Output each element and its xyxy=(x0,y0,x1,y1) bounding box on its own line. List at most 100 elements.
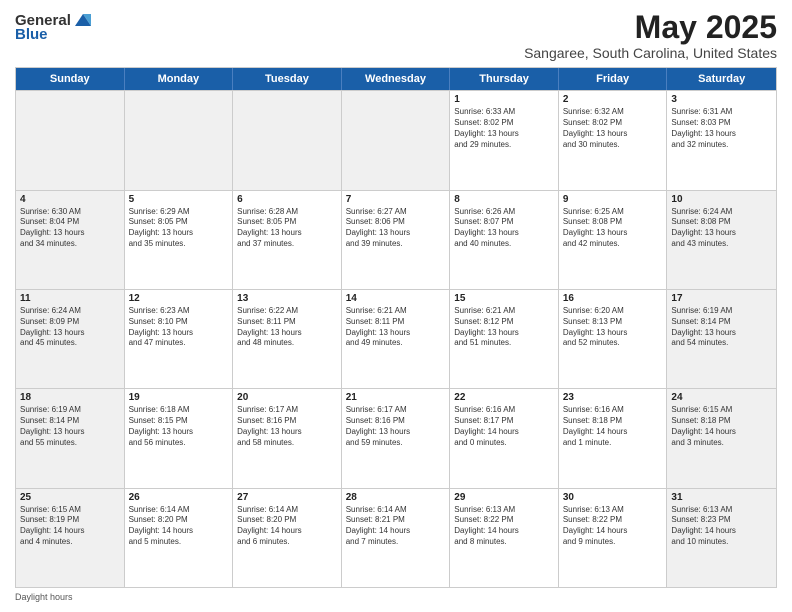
logo-icon xyxy=(73,10,93,30)
cell-text: Sunrise: 6:14 AM Sunset: 8:20 PM Dayligh… xyxy=(237,505,337,548)
day-number: 8 xyxy=(454,194,554,205)
cal-cell: 22 Sunrise: 6:16 AM Sunset: 8:17 PM Dayli… xyxy=(450,389,559,487)
cell-text: Sunrise: 6:13 AM Sunset: 8:22 PM Dayligh… xyxy=(563,505,663,548)
cal-cell: 19 Sunrise: 6:18 AM Sunset: 8:15 PM Dayli… xyxy=(125,389,234,487)
day-number: 5 xyxy=(129,194,229,205)
logo: General Blue xyxy=(15,10,93,43)
day-number: 11 xyxy=(20,293,120,304)
cell-text: Sunrise: 6:14 AM Sunset: 8:21 PM Dayligh… xyxy=(346,505,446,548)
day-number: 13 xyxy=(237,293,337,304)
cal-header-cell: Thursday xyxy=(450,68,559,90)
title-area: May 2025 Sangaree, South Carolina, Unite… xyxy=(524,10,777,61)
day-number: 25 xyxy=(20,492,120,503)
footer-note: Daylight hours xyxy=(15,592,777,602)
cell-text: Sunrise: 6:29 AM Sunset: 8:05 PM Dayligh… xyxy=(129,207,229,250)
cal-cell xyxy=(16,91,125,189)
cell-text: Sunrise: 6:23 AM Sunset: 8:10 PM Dayligh… xyxy=(129,306,229,349)
day-number: 26 xyxy=(129,492,229,503)
cell-text: Sunrise: 6:14 AM Sunset: 8:20 PM Dayligh… xyxy=(129,505,229,548)
day-number: 1 xyxy=(454,94,554,105)
cell-text: Sunrise: 6:17 AM Sunset: 8:16 PM Dayligh… xyxy=(346,405,446,448)
cell-text: Sunrise: 6:18 AM Sunset: 8:15 PM Dayligh… xyxy=(129,405,229,448)
calendar-header: SundayMondayTuesdayWednesdayThursdayFrid… xyxy=(16,68,776,90)
cal-cell: 30Sunrise: 6:13 AM Sunset: 8:22 PM Dayli… xyxy=(559,489,668,587)
cal-header-cell: Monday xyxy=(125,68,234,90)
day-number: 10 xyxy=(671,194,772,205)
cell-text: Sunrise: 6:17 AM Sunset: 8:16 PM Dayligh… xyxy=(237,405,337,448)
cal-cell: 24 Sunrise: 6:15 AM Sunset: 8:18 PM Dayli… xyxy=(667,389,776,487)
cell-text: Sunrise: 6:13 AM Sunset: 8:23 PM Dayligh… xyxy=(671,505,772,548)
day-number: 12 xyxy=(129,293,229,304)
cal-cell: 5 Sunrise: 6:29 AM Sunset: 8:05 PM Daylig… xyxy=(125,191,234,289)
cell-text: Sunrise: 6:16 AM Sunset: 8:18 PM Dayligh… xyxy=(563,405,663,448)
cell-text: Sunrise: 6:24 AM Sunset: 8:08 PM Dayligh… xyxy=(671,207,772,250)
cell-text: Sunrise: 6:24 AM Sunset: 8:09 PM Dayligh… xyxy=(20,306,120,349)
cal-cell xyxy=(342,91,451,189)
cal-cell: 20Sunrise: 6:17 AM Sunset: 8:16 PM Dayli… xyxy=(233,389,342,487)
cell-text: Sunrise: 6:25 AM Sunset: 8:08 PM Dayligh… xyxy=(563,207,663,250)
day-number: 21 xyxy=(346,392,446,403)
day-number: 3 xyxy=(671,94,772,105)
day-number: 18 xyxy=(20,392,120,403)
calendar: SundayMondayTuesdayWednesdayThursdayFrid… xyxy=(15,67,777,588)
day-number: 29 xyxy=(454,492,554,503)
cell-text: Sunrise: 6:15 AM Sunset: 8:18 PM Dayligh… xyxy=(671,405,772,448)
day-number: 24 xyxy=(671,392,772,403)
cal-cell: 9 Sunrise: 6:25 AM Sunset: 8:08 PM Daylig… xyxy=(559,191,668,289)
cal-cell: 6 Sunrise: 6:28 AM Sunset: 8:05 PM Daylig… xyxy=(233,191,342,289)
cell-text: Sunrise: 6:32 AM Sunset: 8:02 PM Dayligh… xyxy=(563,107,663,150)
day-number: 9 xyxy=(563,194,663,205)
cal-cell: 28Sunrise: 6:14 AM Sunset: 8:21 PM Dayli… xyxy=(342,489,451,587)
cal-row: 11 Sunrise: 6:24 AM Sunset: 8:09 PM Dayli… xyxy=(16,289,776,388)
day-number: 27 xyxy=(237,492,337,503)
cell-text: Sunrise: 6:33 AM Sunset: 8:02 PM Dayligh… xyxy=(454,107,554,150)
cell-text: Sunrise: 6:31 AM Sunset: 8:03 PM Dayligh… xyxy=(671,107,772,150)
cal-cell: 2 Sunrise: 6:32 AM Sunset: 8:02 PM Daylig… xyxy=(559,91,668,189)
day-number: 2 xyxy=(563,94,663,105)
day-number: 19 xyxy=(129,392,229,403)
day-number: 17 xyxy=(671,293,772,304)
cal-cell: 23 Sunrise: 6:16 AM Sunset: 8:18 PM Dayli… xyxy=(559,389,668,487)
cal-header-cell: Saturday xyxy=(667,68,776,90)
cal-cell: 12 Sunrise: 6:23 AM Sunset: 8:10 PM Dayli… xyxy=(125,290,234,388)
cal-cell: 21 Sunrise: 6:17 AM Sunset: 8:16 PM Dayli… xyxy=(342,389,451,487)
day-number: 6 xyxy=(237,194,337,205)
cell-text: Sunrise: 6:21 AM Sunset: 8:11 PM Dayligh… xyxy=(346,306,446,349)
cal-header-cell: Tuesday xyxy=(233,68,342,90)
cal-cell: 13Sunrise: 6:22 AM Sunset: 8:11 PM Dayli… xyxy=(233,290,342,388)
cal-cell: 16Sunrise: 6:20 AM Sunset: 8:13 PM Dayli… xyxy=(559,290,668,388)
day-number: 15 xyxy=(454,293,554,304)
location-title: Sangaree, South Carolina, United States xyxy=(524,45,777,61)
cal-row: 1 Sunrise: 6:33 AM Sunset: 8:02 PM Daylig… xyxy=(16,90,776,189)
cal-cell: 8 Sunrise: 6:26 AM Sunset: 8:07 PM Daylig… xyxy=(450,191,559,289)
cal-cell: 29Sunrise: 6:13 AM Sunset: 8:22 PM Dayli… xyxy=(450,489,559,587)
day-number: 23 xyxy=(563,392,663,403)
day-number: 22 xyxy=(454,392,554,403)
cell-text: Sunrise: 6:28 AM Sunset: 8:05 PM Dayligh… xyxy=(237,207,337,250)
day-number: 14 xyxy=(346,293,446,304)
cell-text: Sunrise: 6:16 AM Sunset: 8:17 PM Dayligh… xyxy=(454,405,554,448)
cal-header-cell: Sunday xyxy=(16,68,125,90)
cal-cell: 11 Sunrise: 6:24 AM Sunset: 8:09 PM Dayli… xyxy=(16,290,125,388)
cal-row: 25 Sunrise: 6:15 AM Sunset: 8:19 PM Dayli… xyxy=(16,488,776,587)
cal-cell: 26 Sunrise: 6:14 AM Sunset: 8:20 PM Dayli… xyxy=(125,489,234,587)
month-title: May 2025 xyxy=(524,10,777,45)
cell-text: Sunrise: 6:26 AM Sunset: 8:07 PM Dayligh… xyxy=(454,207,554,250)
calendar-body: 1 Sunrise: 6:33 AM Sunset: 8:02 PM Daylig… xyxy=(16,90,776,587)
page: General Blue May 2025 Sangaree, South Ca… xyxy=(0,0,792,612)
cal-row: 4Sunrise: 6:30 AM Sunset: 8:04 PM Daylig… xyxy=(16,190,776,289)
cal-cell: 17 Sunrise: 6:19 AM Sunset: 8:14 PM Dayli… xyxy=(667,290,776,388)
cal-row: 18 Sunrise: 6:19 AM Sunset: 8:14 PM Dayli… xyxy=(16,388,776,487)
cell-text: Sunrise: 6:19 AM Sunset: 8:14 PM Dayligh… xyxy=(20,405,120,448)
cal-cell: 10 Sunrise: 6:24 AM Sunset: 8:08 PM Dayli… xyxy=(667,191,776,289)
cal-header-cell: Friday xyxy=(559,68,668,90)
cell-text: Sunrise: 6:21 AM Sunset: 8:12 PM Dayligh… xyxy=(454,306,554,349)
cal-cell: 25 Sunrise: 6:15 AM Sunset: 8:19 PM Dayli… xyxy=(16,489,125,587)
day-number: 16 xyxy=(563,293,663,304)
cal-cell xyxy=(233,91,342,189)
cal-cell: 7Sunrise: 6:27 AM Sunset: 8:06 PM Daylig… xyxy=(342,191,451,289)
cell-text: Sunrise: 6:19 AM Sunset: 8:14 PM Dayligh… xyxy=(671,306,772,349)
cell-text: Sunrise: 6:15 AM Sunset: 8:19 PM Dayligh… xyxy=(20,505,120,548)
cal-cell: 14 Sunrise: 6:21 AM Sunset: 8:11 PM Dayli… xyxy=(342,290,451,388)
day-number: 31 xyxy=(671,492,772,503)
